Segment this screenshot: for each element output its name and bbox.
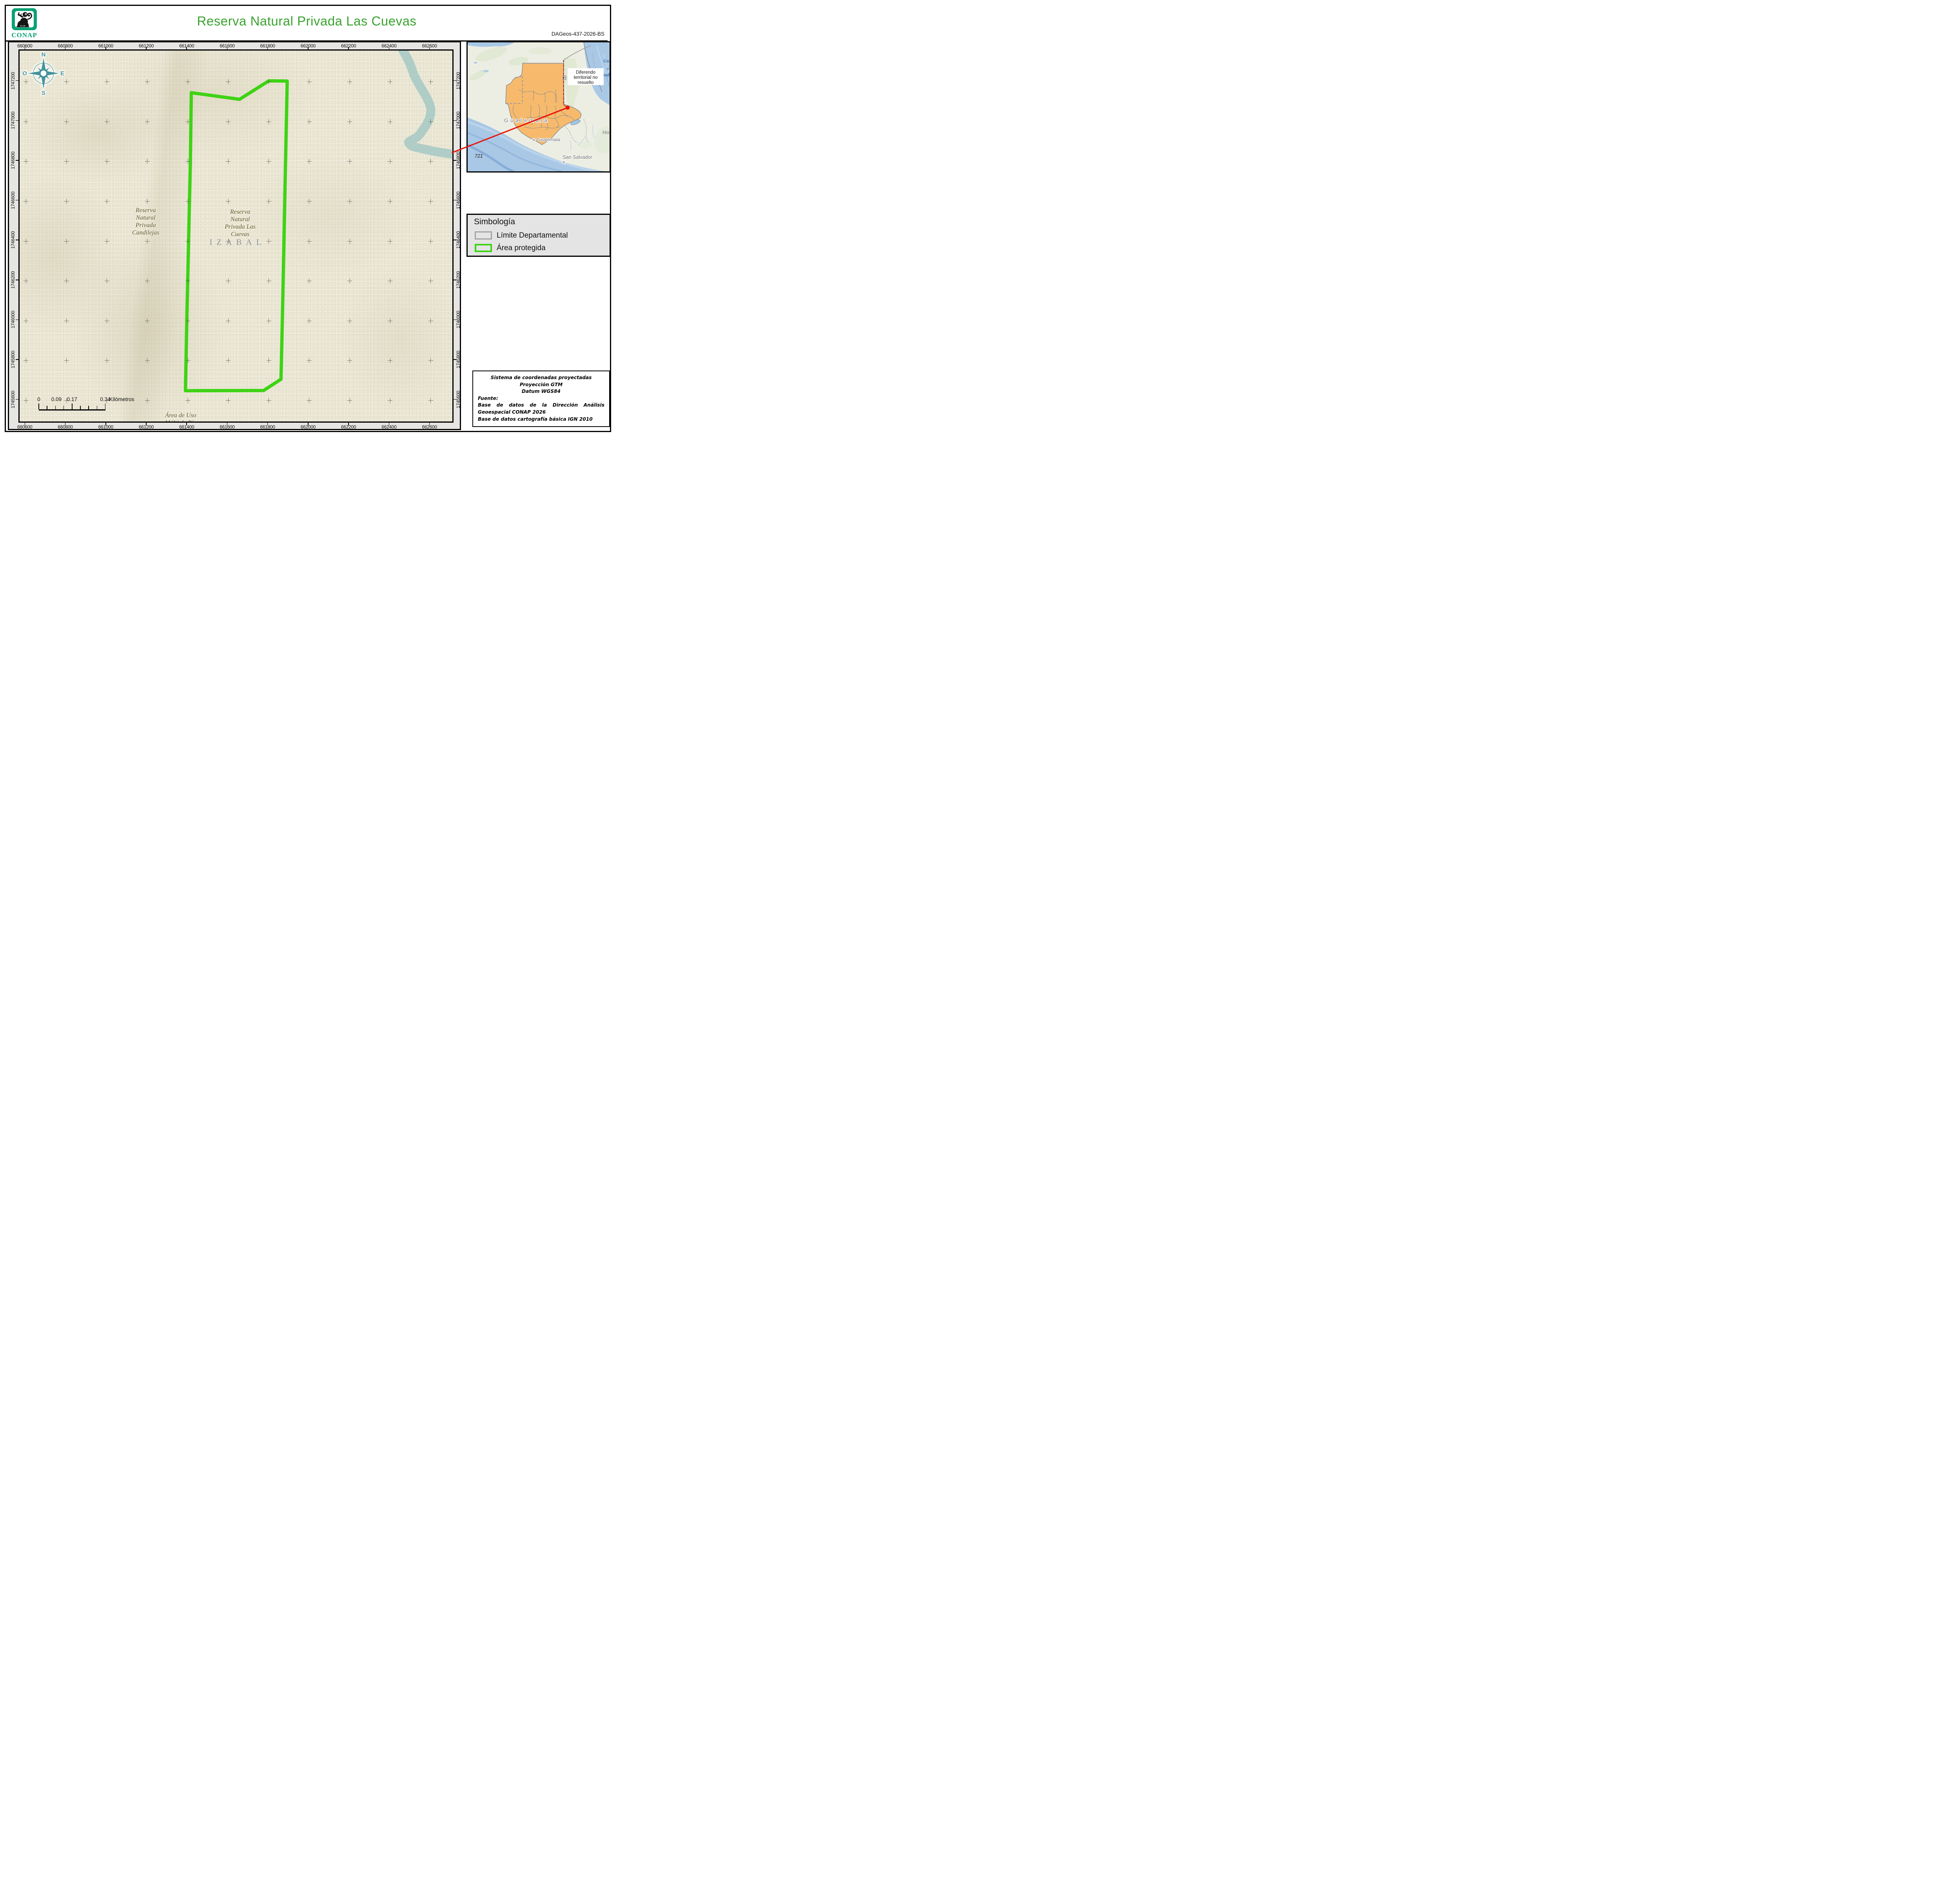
projection-line: Proyección GTM	[519, 381, 563, 387]
inset-belize-label: B	[562, 74, 567, 82]
river	[398, 51, 452, 159]
inset-locator-map: B Guatemala Guatemala San Salvador Ho Gu…	[466, 41, 611, 173]
y-axis-label-left: 1746800	[10, 151, 16, 169]
inset-gulf-label-2: o	[607, 67, 609, 71]
y-axis-label-right: 1746800	[456, 151, 461, 169]
inset-honduras-label: Ho	[603, 129, 609, 135]
map-frame: N E S O Reserva Natural Privada Candilej…	[18, 49, 454, 423]
y-axis-label-left: 1747200	[10, 72, 16, 89]
legend-title: Simbología	[474, 217, 515, 226]
y-axis-label-right: 1746400	[456, 231, 461, 249]
location-dot	[565, 105, 570, 110]
inset-road-label: 721	[475, 153, 483, 159]
scale-tick-label: 0.09	[51, 396, 62, 402]
source-line-1: Base de datos de la Dirección Análisis G…	[478, 402, 604, 415]
y-axis-label-left: 1745600	[10, 391, 16, 408]
scale-tick-label: 0	[37, 396, 40, 402]
label-reserva-candilejas: Reserva Natural Privada Candilejas	[132, 207, 160, 236]
y-axis-label-left: 1746400	[10, 231, 16, 249]
inset-san-salvador-dot	[561, 160, 566, 165]
source-line-2: Base de datos cartografía básica IGN 201…	[478, 416, 593, 422]
compass-west: O	[22, 70, 27, 77]
compass-east: E	[60, 70, 64, 77]
datum-line: Datum WGS84	[522, 389, 561, 394]
label-reserva-las-cuevas: Reserva Natural Privada Las Cuevas	[225, 209, 256, 238]
y-axis-label-right: 1746600	[456, 191, 461, 209]
inset-san-salvador-label: San Salvador	[563, 154, 592, 160]
compass-north: N	[42, 51, 46, 58]
map-sheet: CONAP Reserva Natural Privada Las Cuevas…	[0, 0, 615, 436]
fuente-label: Fuente:	[478, 395, 498, 401]
legend-item-label: Área protegida	[497, 244, 546, 252]
scale-unit-label: Kilómetros	[109, 396, 134, 402]
territorial-note-line2: territorial no	[574, 75, 598, 80]
inset-city-dot	[532, 138, 536, 142]
territorial-note-line1: Diferendo	[576, 70, 595, 75]
coord-system-line: Sistema de coordenadas proyectadas	[490, 375, 592, 380]
header: CONAP Reserva Natural Privada Las Cuevas…	[6, 6, 608, 42]
compass-south: S	[42, 90, 45, 96]
conap-wordmark: CONAP	[11, 31, 37, 39]
page-title: Reserva Natural Privada Las Cuevas	[197, 14, 417, 28]
y-axis-label-right: 1747000	[456, 111, 461, 129]
inset-country-label: Guatemala	[504, 118, 549, 124]
y-axis-label-left: 1745800	[10, 351, 16, 369]
y-axis-label-left: 1746000	[10, 311, 16, 329]
map-axes: N E S O Reserva Natural Privada Candilej…	[8, 41, 461, 430]
y-axis-label-right: 1746200	[456, 271, 461, 289]
y-axis-label-left: 1747000	[10, 111, 16, 129]
compass-rose-icon: N E S O	[22, 51, 64, 96]
y-axis-label-right: 1745800	[456, 351, 461, 369]
y-axis-label-left: 1746600	[10, 191, 16, 209]
inset-gulf-label-1: Gu	[603, 58, 610, 64]
y-axis-label-right: 1745600	[456, 391, 461, 408]
y-axis-label-left: 1746200	[10, 271, 16, 289]
territorial-note-line3: resuelto	[578, 80, 594, 85]
legend-item-label: Límite Departamental	[497, 231, 568, 240]
inset-city-label: Guatemala	[537, 137, 560, 142]
legend: Simbología Límite Departamental Área pro…	[466, 214, 611, 257]
document-id: DAGeos-437-2026-BS	[551, 31, 604, 37]
projection-info-box: Sistema de coordenadas proyectadas Proye…	[472, 371, 610, 427]
y-axis-label-right: 1746000	[456, 311, 461, 329]
y-axis-label-right: 1747200	[456, 72, 461, 89]
protected-area-swatch	[475, 244, 492, 252]
label-izabal: IZABAL	[209, 237, 266, 247]
map-canvas: N E S O Reserva Natural Privada Candilej…	[20, 51, 452, 421]
departmental-boundary-swatch	[475, 231, 492, 240]
